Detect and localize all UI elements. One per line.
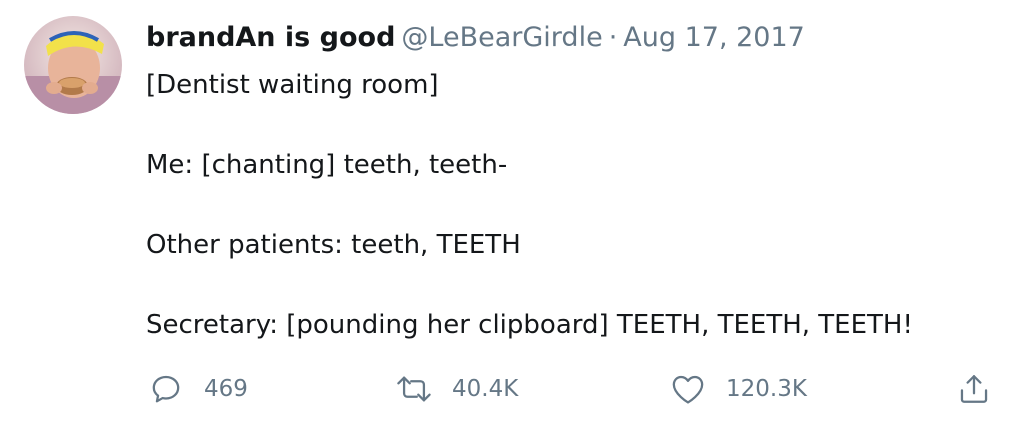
reply-icon <box>146 369 186 409</box>
tweet-line: Me: [chanting] teeth, teeth- <box>146 150 508 180</box>
avatar-image <box>24 16 122 114</box>
handle[interactable]: @LeBearGirdle <box>401 22 602 53</box>
avatar[interactable] <box>24 16 122 114</box>
like-button[interactable]: 120.3K <box>668 366 807 412</box>
display-name[interactable]: brandAn is good <box>146 22 395 53</box>
reply-count: 469 <box>204 376 248 402</box>
share-button[interactable] <box>954 366 994 412</box>
separator: · <box>608 22 618 53</box>
retweet-icon <box>394 369 434 409</box>
tweet-line: Other patients: teeth, TEETH <box>146 230 521 260</box>
retweet-button[interactable]: 40.4K <box>394 366 518 412</box>
tweet-date[interactable]: Aug 17, 2017 <box>623 22 805 53</box>
tweet-line: [Dentist waiting room] <box>146 70 439 100</box>
retweet-count: 40.4K <box>452 376 519 402</box>
reply-button[interactable]: 469 <box>146 366 248 412</box>
like-count: 120.3K <box>726 376 807 402</box>
tweet-card[interactable]: brandAn is good @LeBearGirdle · Aug 17, 201… <box>0 0 1018 423</box>
heart-icon <box>668 369 708 409</box>
tweet-text: [Dentist waiting room] Me: [chanting] te… <box>146 66 996 344</box>
tweet-content: brandAn is good @LeBearGirdle · Aug 17, 201… <box>146 18 996 386</box>
share-icon <box>954 369 994 409</box>
tweet-line: Secretary: [pounding her clipboard] TEET… <box>146 310 913 340</box>
action-bar: 469 40.4K 120.3K <box>146 366 996 412</box>
tweet-header: brandAn is good @LeBearGirdle · Aug 17, 201… <box>146 18 996 58</box>
